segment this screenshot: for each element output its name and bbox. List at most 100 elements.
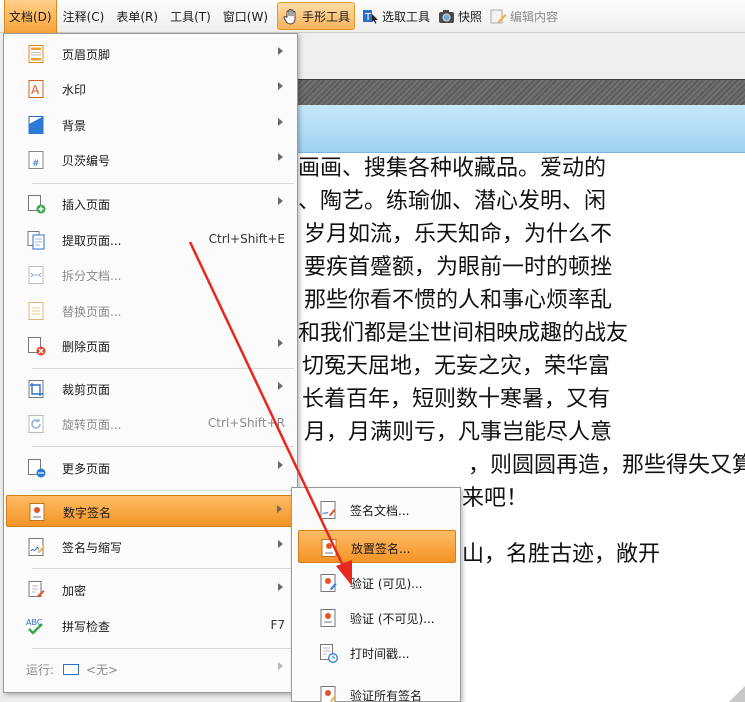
secondary-toolbar xyxy=(298,34,745,79)
spell-check-icon: ABC xyxy=(26,616,46,636)
menu-item-label: 旋转页面... xyxy=(62,418,122,432)
submenu-item-label: 验证 (可见)... xyxy=(350,577,423,591)
digital-signature-icon xyxy=(27,502,47,522)
menu-document[interactable]: 文档(D) xyxy=(4,0,57,33)
page-corner xyxy=(729,686,745,702)
menu-item-label: 拼写检查 xyxy=(62,620,111,634)
bates-numbering-icon: # xyxy=(26,150,46,170)
menu-item-label: 签名与缩写 xyxy=(62,541,123,555)
replace-page-icon xyxy=(26,301,46,321)
menu-item-label: 背景 xyxy=(62,119,87,133)
sign-document-icon xyxy=(318,500,338,520)
menu-separator xyxy=(32,568,294,569)
edit-content-button[interactable]: 编辑内容 xyxy=(486,0,562,33)
menu-item-crop-page[interactable]: 裁剪页面 xyxy=(6,373,295,405)
submenu-arrow-icon xyxy=(278,540,283,548)
menu-item-label: 页眉页脚 xyxy=(62,48,111,62)
menu-comment[interactable]: 注释(C) xyxy=(57,0,111,33)
hand-tool-button[interactable]: 手形工具 xyxy=(277,2,356,30)
submenu-arrow-icon xyxy=(278,662,283,670)
menu-item-bates-numbering[interactable]: # 贝茨编号 xyxy=(6,144,295,176)
submenu-item-sign-document[interactable]: 签名文档... xyxy=(298,493,456,526)
document-menu: 页眉页脚 A 水印 背景 # 贝茨编号 插入页面 提取页面... Ctrl+Sh… xyxy=(3,33,298,693)
edit-content-icon xyxy=(490,8,507,25)
validate-invisible-icon xyxy=(318,608,338,628)
submenu-item-place-signature[interactable]: 放置签名... xyxy=(298,530,456,563)
submenu-item-label: 打时间戳... xyxy=(350,647,410,661)
svg-text:T: T xyxy=(364,12,372,23)
menu-item-label: 插入页面 xyxy=(62,198,111,212)
menu-item-label: 加密 xyxy=(62,584,87,598)
document-text-line: 那些你看不惯的人和事心烦率乱 xyxy=(304,288,613,313)
submenu-item-label: 放置签名... xyxy=(351,542,411,556)
menu-item-label: 更多页面 xyxy=(62,462,111,476)
crop-page-icon xyxy=(26,379,46,399)
submenu-item-validate-invisible[interactable]: 验证 (不可见)... xyxy=(298,601,456,634)
shortcut-label: Ctrl+Shift+E xyxy=(208,232,285,246)
submenu-arrow-icon xyxy=(278,82,283,90)
menu-item-background[interactable]: 背景 xyxy=(6,109,295,141)
document-text-line: 山，名胜古迹，敞开 xyxy=(462,542,661,567)
menu-item-rotate-page[interactable]: 旋转页面... Ctrl+Shift+R xyxy=(6,408,295,440)
menu-item-digital-signature[interactable]: 数字签名 xyxy=(6,495,295,527)
menu-separator xyxy=(32,446,294,447)
menu-item-sign-initials[interactable]: 签名与缩写 xyxy=(6,531,295,563)
snapshot-button[interactable]: 快照 xyxy=(434,0,486,33)
menu-item-encrypt[interactable]: 加密 xyxy=(6,574,295,606)
place-signature-icon xyxy=(319,538,339,558)
svg-text:#: # xyxy=(32,159,40,169)
menu-item-delete-page[interactable]: 删除页面 xyxy=(6,330,295,362)
submenu-item-label: 签名文档... xyxy=(350,504,410,518)
menu-form[interactable]: 表单(R) xyxy=(110,0,164,33)
shortcut-label: Ctrl+Shift+R xyxy=(207,416,285,430)
submenu-arrow-icon xyxy=(278,382,283,390)
hand-icon xyxy=(282,8,299,25)
submenu-item-validate-all[interactable]: 验证所有签名 xyxy=(298,678,456,702)
camera-icon xyxy=(438,8,455,25)
menu-item-header-footer[interactable]: 页眉页脚 xyxy=(6,38,295,70)
menu-item-replace-page[interactable]: 替换页面... xyxy=(6,295,295,327)
svg-text:A: A xyxy=(31,83,40,97)
menu-item-spell-check[interactable]: ABC 拼写检查 F7 xyxy=(6,610,295,642)
document-text-line: 要疾首蹙额，为眼前一时的顿挫 xyxy=(304,255,613,280)
split-document-icon xyxy=(26,265,46,285)
more-pages-icon xyxy=(26,458,46,478)
menu-separator xyxy=(32,183,294,184)
menu-item-label: 提取页面... xyxy=(62,234,122,248)
document-text-line: 和我们都是尘世间相映成趣的战友 xyxy=(298,321,629,346)
menu-item-more-pages[interactable]: 更多页面 xyxy=(6,452,295,484)
submenu-arrow-icon xyxy=(278,47,283,55)
watermark-icon: A xyxy=(26,79,46,99)
menu-window[interactable]: 窗口(W) xyxy=(217,0,274,33)
submenu-item-timestamp[interactable]: 打时间戳... xyxy=(298,636,456,669)
menu-item-insert-page[interactable]: 插入页面 xyxy=(6,188,295,220)
select-tool-button[interactable]: T 选取工具 xyxy=(358,0,434,33)
document-text-line: 切冤天屈地，无妄之灾，荣华富 xyxy=(302,354,611,379)
submenu-item-label: 验证 (不可见)... xyxy=(350,612,435,626)
tab-strip xyxy=(298,79,745,105)
submenu-arrow-icon xyxy=(278,153,283,161)
hand-tool-label: 手形工具 xyxy=(302,9,351,24)
document-text-line: 月，月满则亏，凡事岂能尽人意 xyxy=(304,420,613,445)
rotate-page-icon xyxy=(26,414,46,434)
menu-item-extract-page[interactable]: 提取页面... Ctrl+Shift+E xyxy=(6,224,295,256)
run-icon xyxy=(63,664,79,675)
timestamp-icon xyxy=(318,643,338,663)
text-select-icon: T xyxy=(362,8,379,25)
submenu-item-validate-visible[interactable]: 验证 (可见)... xyxy=(298,566,456,599)
submenu-arrow-icon xyxy=(278,197,283,205)
menu-item-split-document[interactable]: 拆分文档... xyxy=(6,259,295,291)
menu-item-watermark[interactable]: A 水印 xyxy=(6,73,295,105)
header-footer-icon xyxy=(26,44,46,64)
document-text-line: 岁月如流，乐天知命，为什么不 xyxy=(304,222,613,247)
menu-item-run[interactable]: 运行: <无> xyxy=(6,653,295,685)
menu-item-label: 拆分文档... xyxy=(62,269,122,283)
edit-content-label: 编辑内容 xyxy=(510,9,559,24)
menu-tools[interactable]: 工具(T) xyxy=(164,0,217,33)
document-text-line: 来吧！ xyxy=(462,486,529,511)
document-text-line: ，则圆圆再造，那些得失又算 xyxy=(468,453,745,478)
document-text-line: 、陶艺。练瑜伽、潜心发明、闲 xyxy=(298,189,607,214)
menu-item-label: 水印 xyxy=(62,83,87,97)
validate-visible-icon xyxy=(318,573,338,593)
menu-separator xyxy=(32,368,294,369)
